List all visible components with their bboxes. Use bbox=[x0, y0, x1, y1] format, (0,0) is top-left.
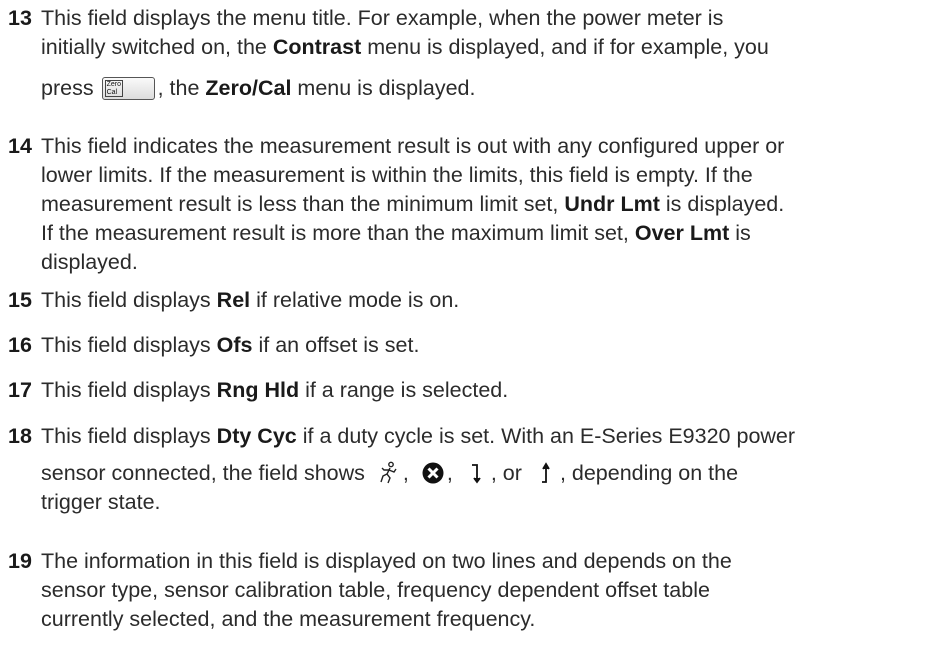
down-arrow-trigger-icon bbox=[465, 461, 489, 485]
item-text: This field displays bbox=[41, 333, 211, 357]
status-rel: Rel bbox=[216, 288, 251, 312]
item-text: press bbox=[41, 76, 94, 100]
item-number: 17 bbox=[8, 378, 32, 402]
zero-cal-key-label: Zero Cal bbox=[104, 80, 123, 97]
status-rng-hld: Rng Hld bbox=[216, 378, 300, 402]
item-text: is displayed. bbox=[665, 192, 785, 216]
status-over-lmt: Over Lmt bbox=[634, 221, 730, 245]
running-man-icon bbox=[377, 461, 401, 485]
item-text: This field displays the menu title. For … bbox=[41, 6, 724, 30]
menu-name-zero-cal: Zero/Cal bbox=[205, 76, 292, 100]
item-text: This field displays bbox=[41, 378, 211, 402]
menu-name-contrast: Contrast bbox=[272, 35, 362, 59]
item-text: menu is displayed, and if for example, y… bbox=[367, 35, 769, 59]
item-separator: , bbox=[402, 461, 409, 485]
stop-x-icon bbox=[421, 461, 445, 485]
item-text: if a duty cycle is set. With an E-Series… bbox=[302, 424, 796, 448]
list-item-14: 14 This field indicates the measurement r… bbox=[8, 132, 948, 277]
item-text: This field displays bbox=[41, 288, 211, 312]
item-text: This field displays bbox=[41, 424, 211, 448]
list-item-16: 16 This field displays Ofs if an offset i… bbox=[8, 331, 948, 360]
item-separator: , bbox=[446, 461, 453, 485]
zero-cal-key-icon: Zero Cal bbox=[101, 77, 155, 100]
item-text: menu is displayed. bbox=[297, 76, 476, 100]
item-text: This field indicates the measurement res… bbox=[41, 134, 785, 158]
item-number: 18 bbox=[8, 424, 32, 448]
item-text: sensor connected, the field shows bbox=[41, 461, 365, 485]
item-text: if an offset is set. bbox=[258, 333, 420, 357]
item-number: 14 bbox=[8, 134, 32, 158]
item-number: 15 bbox=[8, 288, 32, 312]
item-number: 19 bbox=[8, 549, 32, 573]
item-text: trigger state. bbox=[41, 490, 161, 514]
item-text: is bbox=[735, 221, 751, 245]
list-item-18: 18 This field displays Dty Cyc if a duty … bbox=[8, 422, 948, 517]
item-text: lower limits. If the measurement is with… bbox=[41, 163, 753, 187]
list-item-19: 19 The information in this field is displ… bbox=[8, 547, 948, 634]
item-text: if relative mode is on. bbox=[256, 288, 460, 312]
status-undr-lmt: Undr Lmt bbox=[564, 192, 660, 216]
item-text: The information in this field is display… bbox=[41, 549, 732, 573]
item-text: initially switched on, the bbox=[41, 35, 267, 59]
item-text: , depending on the bbox=[559, 461, 739, 485]
item-text: measurement result is less than the mini… bbox=[41, 192, 559, 216]
up-arrow-trigger-icon bbox=[534, 461, 558, 485]
item-number: 13 bbox=[8, 6, 32, 30]
item-text: currently selected, and the measurement … bbox=[41, 607, 536, 631]
item-text: If the measurement result is more than t… bbox=[41, 221, 629, 245]
item-text: sensor type, sensor calibration table, f… bbox=[41, 578, 710, 602]
status-dty-cyc: Dty Cyc bbox=[216, 424, 297, 448]
list-item-15: 15 This field displays Rel if relative mo… bbox=[8, 286, 948, 315]
list-item-17: 17 This field displays Rng Hld if a range… bbox=[8, 376, 948, 405]
item-text: , the bbox=[157, 76, 200, 100]
item-number: 16 bbox=[8, 333, 32, 357]
list-item-13: 13 This field displays the menu title. Fo… bbox=[8, 4, 948, 103]
item-text: displayed. bbox=[41, 250, 138, 274]
status-ofs: Ofs bbox=[216, 333, 253, 357]
item-separator: , or bbox=[490, 461, 522, 485]
item-text: if a range is selected. bbox=[305, 378, 509, 402]
